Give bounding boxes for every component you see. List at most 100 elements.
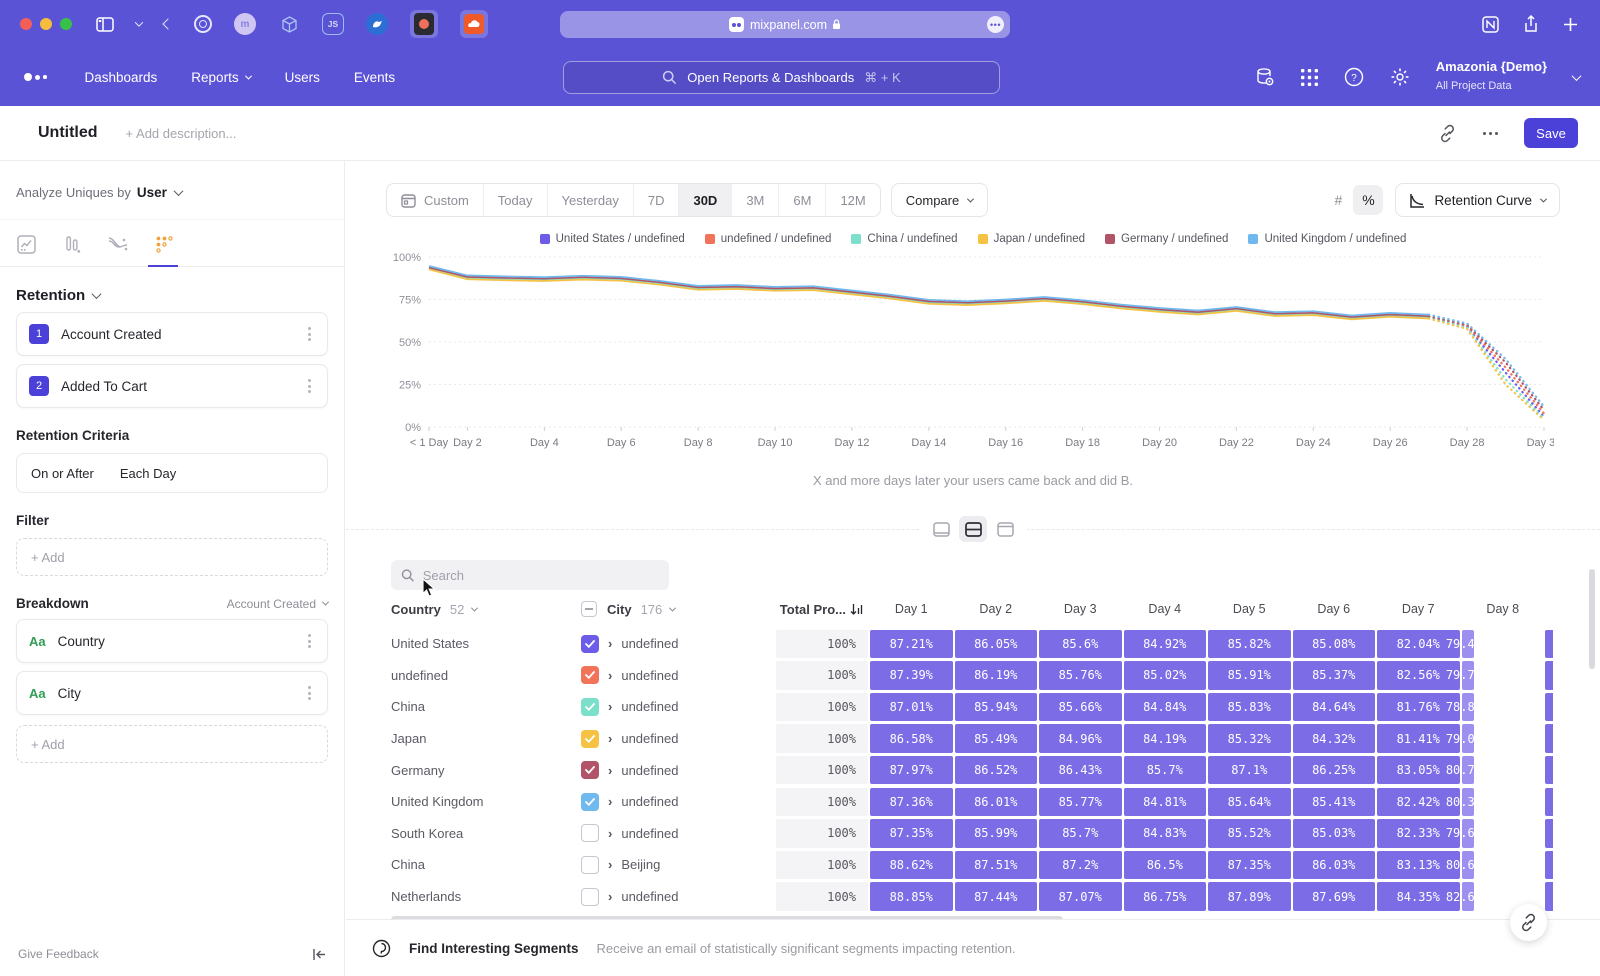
breakdown-scope-dropdown[interactable]: Account Created (227, 597, 328, 611)
expand-row-icon[interactable]: › (608, 668, 612, 683)
nav-item-reports[interactable]: Reports (191, 70, 250, 85)
day-column-header[interactable]: Day 1 (869, 602, 954, 616)
retention-cell[interactable]: 84.19% (1124, 724, 1207, 753)
retention-cell[interactable]: 86.52% (955, 756, 1038, 785)
zoom-window-button[interactable] (60, 18, 72, 30)
retention-cell[interactable]: 87.01% (870, 693, 953, 722)
tab-funnels-icon[interactable] (62, 234, 82, 254)
step-menu-icon[interactable] (304, 375, 315, 397)
retention-cell[interactable]: 85.91% (1208, 661, 1291, 690)
retention-cell[interactable]: 79.49% (1462, 630, 1474, 659)
retention-cell[interactable]: 86.58% (870, 724, 953, 753)
retention-cell[interactable]: 85.66% (1039, 693, 1122, 722)
retention-cell[interactable]: 85.6% (1039, 630, 1122, 659)
table-row[interactable]: Netherlands›undefined100%88.85%87.44%87.… (391, 881, 1600, 913)
day-column-header[interactable]: Day 3 (1038, 602, 1123, 616)
extension-m-icon[interactable]: m (234, 13, 256, 35)
expand-row-icon[interactable]: › (608, 699, 612, 714)
extension-bird-icon[interactable] (366, 13, 388, 35)
close-window-button[interactable] (20, 18, 32, 30)
tab-insights-icon[interactable] (16, 234, 36, 254)
retention-cell[interactable]: 87.69% (1293, 882, 1376, 911)
range-today[interactable]: Today (484, 184, 548, 216)
range-6m[interactable]: 6M (779, 184, 826, 216)
retention-cell[interactable]: 86.19% (955, 661, 1038, 690)
retention-cell[interactable]: 85.49% (955, 724, 1038, 753)
chart-only-view-button[interactable] (927, 516, 955, 542)
sidebar-toggle-icon[interactable] (96, 17, 114, 32)
filter-add-button[interactable]: + Add (16, 538, 328, 576)
retention-curve-chart[interactable]: 100%75%50%25%0%< 1 DayDay 2Day 4Day 6Day… (384, 249, 1570, 469)
range-30d[interactable]: 30D (679, 184, 732, 216)
total-column-header[interactable]: Total Pro... (775, 602, 869, 617)
retention-cell[interactable]: 82.61% (1462, 882, 1474, 911)
table-search-input[interactable] (423, 568, 659, 583)
day-column-header[interactable]: Day 6 (1292, 602, 1377, 616)
retention-cell[interactable]: 85.02% (1124, 661, 1207, 690)
retention-cell[interactable]: 85.52% (1208, 819, 1291, 848)
copy-link-icon[interactable] (1438, 124, 1457, 143)
table-row[interactable]: South Korea›undefined100%87.35%85.99%85.… (391, 818, 1600, 850)
table-row[interactable]: Japan›undefined100%86.58%85.49%84.96%84.… (391, 723, 1600, 755)
retention-cell[interactable]: 80.35% (1462, 788, 1474, 817)
count-toggle-button[interactable]: # (1323, 185, 1353, 215)
give-feedback-link[interactable]: Give Feedback (18, 947, 99, 961)
nav-item-events[interactable]: Events (354, 70, 395, 85)
retention-cell[interactable]: 85.94% (955, 693, 1038, 722)
retention-cell[interactable]: 87.35% (1208, 851, 1291, 880)
expand-row-icon[interactable]: › (608, 889, 612, 904)
minimize-window-button[interactable] (40, 18, 52, 30)
tab-flows-icon[interactable] (108, 234, 128, 254)
legend-item[interactable]: China / undefined (851, 233, 957, 245)
retention-cell[interactable]: 87.1% (1208, 756, 1291, 785)
retention-criteria-card[interactable]: On or After Each Day (16, 453, 328, 493)
retention-cell[interactable]: 85.03% (1293, 819, 1376, 848)
extension-js-icon[interactable]: JS (322, 13, 344, 35)
retention-cell[interactable]: 85.7% (1039, 819, 1122, 848)
day-column-header[interactable]: Day 7 (1376, 602, 1461, 616)
legend-item[interactable]: undefined / undefined (705, 233, 832, 245)
legend-item[interactable]: United Kingdom / undefined (1248, 233, 1406, 245)
extension-ring-icon[interactable] (194, 15, 212, 33)
retention-cell[interactable]: 84.96% (1039, 724, 1122, 753)
retention-cell[interactable]: 80.71% (1462, 756, 1474, 785)
retention-cell[interactable]: 84.84% (1124, 693, 1207, 722)
retention-cell[interactable]: 86.03% (1293, 851, 1376, 880)
country-column-header[interactable]: Country52 (391, 602, 581, 617)
step-menu-icon[interactable] (304, 323, 315, 345)
retention-cell[interactable]: 85.64% (1208, 788, 1291, 817)
new-tab-icon[interactable] (1563, 17, 1578, 32)
retention-cell[interactable]: 84.83% (1124, 819, 1207, 848)
retention-cell[interactable]: 87.2% (1039, 851, 1122, 880)
table-row[interactable]: China›Beijing100%88.62%87.51%87.2%86.5%8… (391, 849, 1600, 881)
retention-cell[interactable]: 85.7% (1124, 756, 1207, 785)
expand-row-icon[interactable]: › (608, 794, 612, 809)
compare-button[interactable]: Compare (891, 183, 988, 217)
table-row[interactable]: Germany›undefined100%87.97%86.52%86.43%8… (391, 754, 1600, 786)
retention-cell[interactable]: 84.81% (1124, 788, 1207, 817)
extension-cube-icon[interactable] (278, 13, 300, 35)
chart-type-dropdown[interactable]: Retention Curve (1395, 183, 1560, 217)
retention-cell[interactable]: 86.5% (1124, 851, 1207, 880)
project-switcher[interactable]: Amazonia {Demo} All Project Data (1436, 59, 1547, 95)
retention-section-title[interactable]: Retention (16, 287, 85, 304)
retention-cell[interactable]: 78.87% (1462, 693, 1474, 722)
day-column-header[interactable]: Day 2 (954, 602, 1039, 616)
expand-row-icon[interactable]: › (608, 826, 612, 841)
retention-cell[interactable]: 85.99% (955, 819, 1038, 848)
breakdown-menu-icon[interactable] (304, 682, 315, 704)
retention-cell[interactable]: 79.77% (1462, 661, 1474, 690)
retention-cell[interactable]: 85.32% (1208, 724, 1291, 753)
extensions-badge-icon[interactable]: ••• (987, 16, 1004, 33)
retention-cell[interactable]: 85.37% (1293, 661, 1376, 690)
retention-cell[interactable]: 85.77% (1039, 788, 1122, 817)
day-column-header[interactable]: Day 8 (1461, 602, 1546, 616)
range-3m[interactable]: 3M (732, 184, 779, 216)
city-column-header[interactable]: City176 (581, 601, 775, 617)
table-row[interactable]: undefined›undefined100%87.39%86.19%85.76… (391, 660, 1600, 692)
retention-cell[interactable]: 86.01% (955, 788, 1038, 817)
range-custom[interactable]: Custom (387, 184, 484, 216)
nav-item-users[interactable]: Users (285, 70, 320, 85)
retention-cell[interactable]: 84.92% (1124, 630, 1207, 659)
range-yesterday[interactable]: Yesterday (548, 184, 634, 216)
